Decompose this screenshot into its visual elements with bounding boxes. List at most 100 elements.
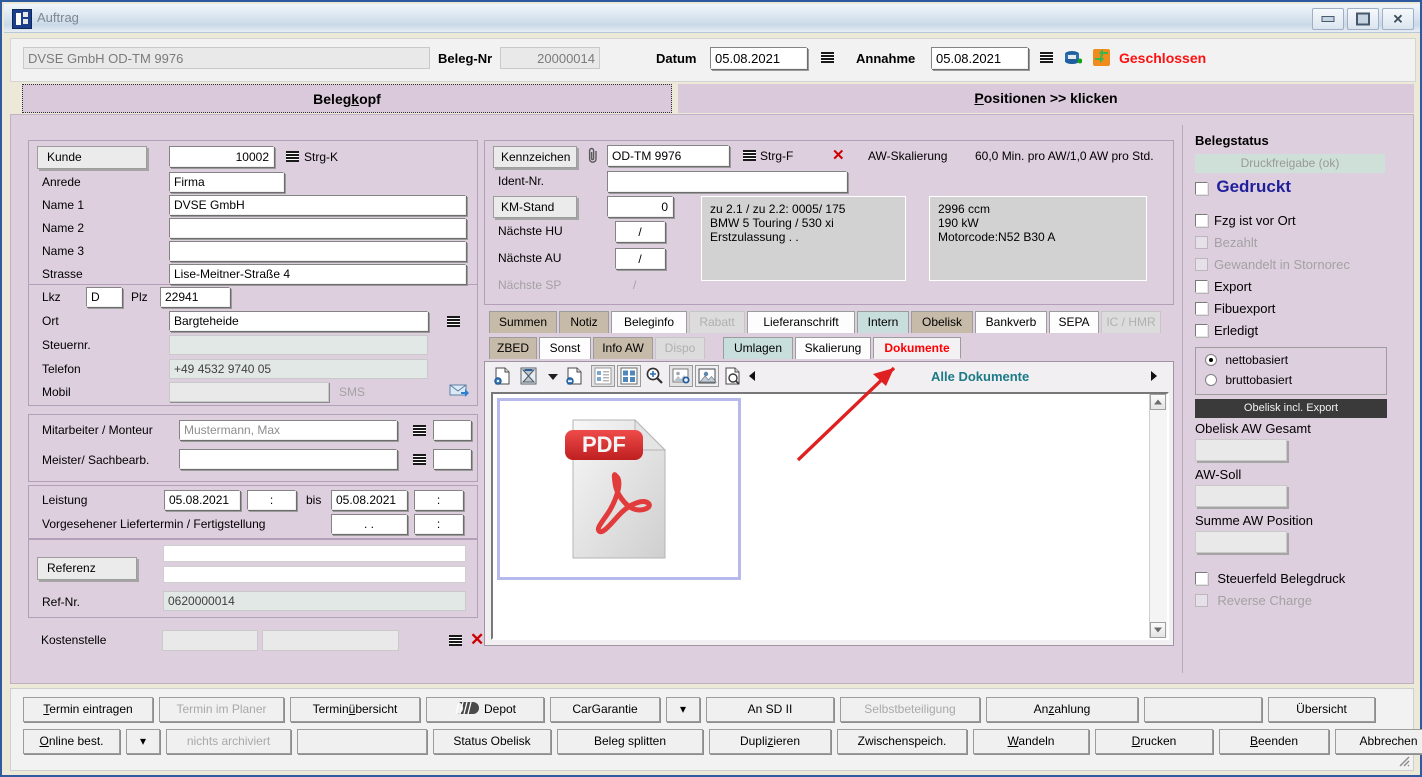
leistung-to-time-field[interactable]: : [414,490,463,510]
maximize-button[interactable] [1347,8,1379,30]
scroll-up-button[interactable] [1150,394,1166,410]
kennzeichen-field[interactable]: OD-TM 9976 [607,145,729,166]
strasse-field[interactable]: Lise-Meitner-Straße 4 [169,264,466,284]
km-field[interactable]: 0 [607,196,673,217]
next-arrow-icon[interactable] [1151,371,1157,381]
gedruckt-checkbox[interactable] [1195,182,1208,195]
subtab-obelisk[interactable]: Obelisk [911,311,973,333]
subtab-intern[interactable]: Intern [857,311,909,333]
subtab-bankverb[interactable]: Bankverb [975,311,1047,333]
leistung-from-field[interactable]: 05.08.2021 [164,490,240,510]
button-termin-eintragen[interactable]: Termin eintragen [23,697,153,722]
button-duplizieren[interactable]: Duplizieren [709,729,831,754]
name3-field[interactable] [169,241,466,261]
datum-list-icon[interactable] [821,51,834,64]
subtab-sonst[interactable]: Sonst [539,337,591,359]
plz-field[interactable]: 22941 [160,287,230,307]
datum-field[interactable]: 05.08.2021 [710,47,807,69]
scan-icon[interactable] [517,365,541,387]
button-depot[interactable]: Depot [426,697,544,722]
status-checkbox-row[interactable]: Export [1195,279,1395,301]
subtab-skalierung[interactable]: Skalierung [795,337,871,359]
documents-filter-label[interactable]: Alle Dokumente [931,369,1029,384]
prev-arrow-icon[interactable] [749,371,755,381]
image-icon[interactable] [695,365,719,387]
liefertermin-date-field[interactable]: . . [331,514,407,534]
button-cargarantie[interactable]: CarGarantie [550,697,660,722]
scan-dropdown-icon[interactable] [539,365,563,387]
telefon-field[interactable]: +49 4532 9740 05 [169,359,428,379]
documents-list[interactable]: PDF [491,392,1169,640]
add-image-icon[interactable] [669,365,693,387]
button-wandeln[interactable]: Wandeln [973,729,1089,754]
tab-belegkopf[interactable]: Belegkopf [22,84,672,113]
subtab-summen[interactable]: Summen [489,311,557,333]
add-document-icon[interactable] [491,365,515,387]
status-checkbox-row[interactable]: Erledigt [1195,323,1395,345]
resize-grip[interactable] [1396,753,1410,767]
button-status-obelisk[interactable]: Status Obelisk [433,729,551,754]
checkbox-fzg-ist-vor-ort[interactable] [1195,214,1208,227]
button-bersicht[interactable]: Übersicht [1268,697,1375,722]
subtab-umlagen[interactable]: Umlagen [723,337,793,359]
button-blank[interactable] [1144,697,1262,722]
envelope-icon[interactable] [449,383,469,398]
kostenstelle-list-icon[interactable] [449,634,462,647]
button-blank[interactable]: ▾ [126,729,160,754]
annahme-list-icon[interactable] [1040,51,1053,64]
button-anzahlung[interactable]: Anzahlung [986,697,1138,722]
documents-scrollbar[interactable] [1149,394,1167,638]
meister-code-field[interactable] [433,449,471,469]
referenz-line1-field[interactable] [163,545,466,562]
subtab-lieferanschrift[interactable]: Lieferanschrift [747,311,855,333]
name2-field[interactable] [169,218,466,238]
list-view-icon[interactable] [591,365,615,387]
mobil-field[interactable] [169,382,329,402]
radio-bruttobasiert[interactable]: bruttobasiert [1205,373,1292,387]
zoom-icon[interactable] [643,365,667,387]
leistung-from-time-field[interactable]: : [247,490,296,510]
kostenstelle-field-2[interactable] [262,630,399,651]
tab-positionen[interactable]: Positionen >> klicken [678,84,1414,113]
gedruckt-row[interactable]: Gedruckt [1195,177,1291,197]
preview-icon[interactable] [721,365,745,387]
status-checkbox-row[interactable]: Fibuexport [1195,301,1395,323]
checkbox-erledigt[interactable] [1195,324,1208,337]
kennzeichen-clear-icon[interactable]: ✕ [832,146,845,164]
ident-field[interactable] [607,171,847,192]
button-blank[interactable] [297,729,427,754]
scroll-down-button[interactable] [1150,622,1166,638]
button-an-sd-ii[interactable]: An SD II [706,697,834,722]
kennzeichen-list-icon[interactable] [743,149,756,162]
button-beenden[interactable]: Beenden [1219,729,1329,754]
kunde-number-field[interactable]: 10002 [169,146,274,167]
checkbox-export[interactable] [1195,280,1208,293]
close-button[interactable]: ✕ [1382,8,1414,30]
subtab-info-aw[interactable]: Info AW [593,337,653,359]
database-icon[interactable] [1064,50,1083,66]
meister-field[interactable] [179,449,397,469]
button-drucken[interactable]: Drucken [1095,729,1213,754]
bruttobasiert-radio[interactable] [1205,374,1217,386]
referenz-line2-field[interactable] [163,566,466,583]
minimize-button[interactable] [1312,8,1344,30]
subtab-zbed[interactable]: ZBED [489,337,537,359]
name1-field[interactable]: DVSE GmbH [169,195,466,215]
status-checkbox-row[interactable]: Fzg ist vor Ort [1195,213,1395,235]
button-beleg-splitten[interactable]: Beleg splitten [557,729,703,754]
subtab-notiz[interactable]: Notiz [559,311,609,333]
grid-view-icon[interactable] [617,365,641,387]
button-termin-bersicht[interactable]: Terminübersicht [290,697,420,722]
steuerfeld-belegdruck-checkbox[interactable] [1195,572,1208,585]
anrede-field[interactable]: Firma [169,172,284,192]
convert-icon[interactable] [1092,48,1111,67]
kostenstelle-clear-icon[interactable]: ✕ [470,631,484,648]
kostenstelle-field-1[interactable] [162,630,258,651]
paperclip-icon[interactable] [585,147,601,165]
obelisk-export-button[interactable]: Obelisk incl. Export [1195,399,1387,418]
liefertermin-time-field[interactable]: : [414,514,463,534]
subtab-dokumente[interactable]: Dokumente [873,337,961,359]
radio-nettobasiert[interactable]: nettobasiert [1205,353,1288,367]
mitarbeiter-code-field[interactable] [433,420,471,440]
button-online-best[interactable]: Online best. [23,729,120,754]
